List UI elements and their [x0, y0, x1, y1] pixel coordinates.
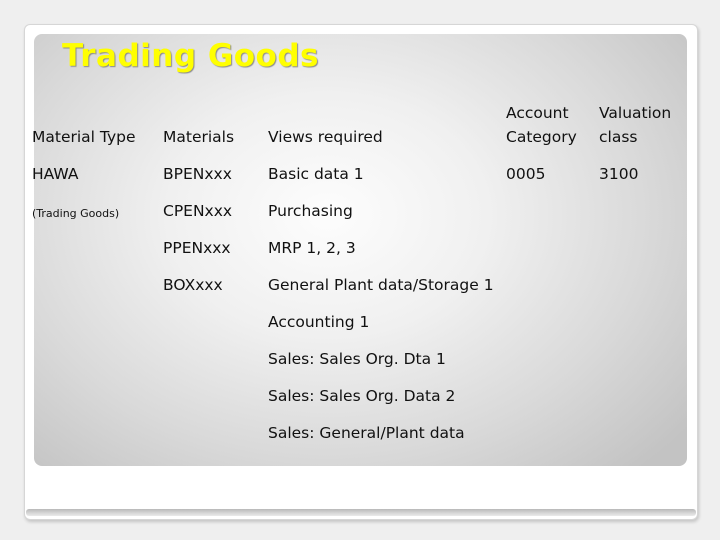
view-item: General Plant data/Storage 1 — [268, 276, 494, 294]
material-item: PPENxxx — [163, 239, 231, 257]
material-item: CPENxxx — [163, 202, 233, 220]
header-account-category-line1: Account — [506, 104, 569, 122]
slide-title: Trading Goods — [62, 38, 319, 74]
view-item: Basic data 1 — [268, 165, 364, 183]
header-account-category-line2: Category — [506, 128, 577, 146]
header-valuation-class-line1: Valuation — [599, 104, 672, 122]
header-material-type: Material Type — [32, 128, 136, 146]
header-materials: Materials — [163, 128, 235, 146]
view-item: Purchasing — [268, 202, 353, 220]
material-type-code: HAWA — [32, 165, 79, 183]
material-item: BOXxxx — [163, 276, 223, 294]
view-item: Sales: Sales Org. Data 2 — [268, 387, 456, 405]
material-type-description: (Trading Goods) — [32, 207, 120, 220]
view-item: Sales: Sales Org. Dta 1 — [268, 350, 446, 368]
header-views-required: Views required — [268, 128, 383, 146]
header-valuation-class-line2: class — [599, 128, 638, 146]
bottom-divider — [26, 509, 696, 516]
view-item: Accounting 1 — [268, 313, 370, 331]
account-category-value: 0005 — [506, 165, 546, 183]
valuation-class-value: 3100 — [599, 165, 639, 183]
view-item: Sales: General/Plant data — [268, 424, 465, 442]
material-item: BPENxxx — [163, 165, 232, 183]
view-item: MRP 1, 2, 3 — [268, 239, 356, 257]
